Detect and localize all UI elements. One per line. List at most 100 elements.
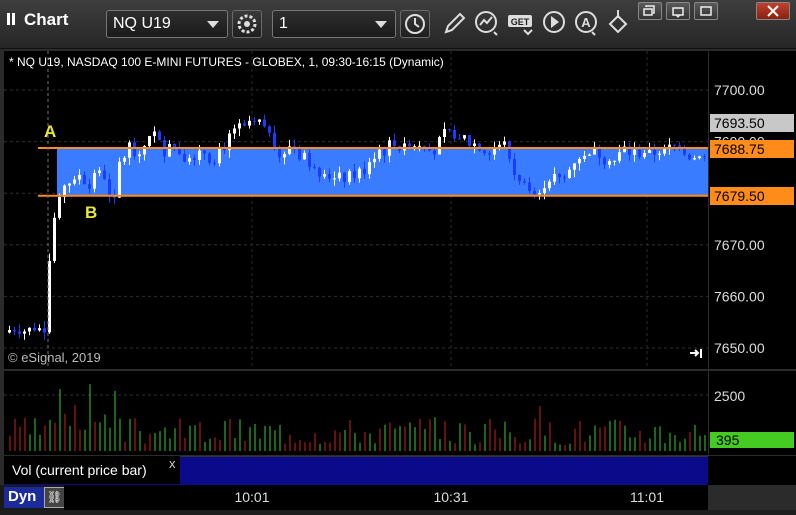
candle-body [8, 330, 11, 333]
candle-body [613, 160, 616, 162]
price-tick-label: 7650.00 [714, 340, 765, 356]
upper-line-tag: 7688.75 [710, 140, 794, 158]
candle-body [78, 174, 81, 180]
candle-body [488, 153, 491, 155]
play-icon[interactable] [540, 8, 568, 38]
app-title: Chart [6, 10, 68, 30]
scroll-end-icon[interactable] [690, 349, 702, 358]
clock-icon[interactable] [400, 10, 430, 38]
interval-combobox[interactable]: 1 [272, 10, 396, 38]
dynamic-mode-label[interactable]: Dyn [4, 487, 46, 508]
candle-body [493, 148, 496, 155]
candle-body [473, 143, 476, 147]
candle-body [448, 128, 451, 130]
lock-icon[interactable]: ⛓ [44, 487, 65, 508]
candle-body [18, 331, 21, 334]
close-button[interactable] [756, 2, 790, 20]
candle-body [183, 154, 186, 162]
last-price-tag: 7693.50 [710, 114, 794, 132]
pencil-icon[interactable] [440, 8, 468, 38]
gear-icon[interactable] [232, 10, 262, 38]
candle-body [108, 179, 111, 197]
maximize-button[interactable] [666, 2, 690, 20]
candle-body [313, 167, 316, 169]
candle-body [138, 154, 141, 157]
candle-body [528, 182, 531, 191]
candle-body [53, 217, 56, 261]
candle-body [203, 150, 206, 154]
candle-body [348, 171, 351, 183]
candle-body [258, 119, 261, 122]
candle-body [478, 143, 481, 151]
candle-body [38, 328, 41, 331]
price-chart: * NQ U19, NASDAQ 100 E-MINI FUTURES - GL… [4, 51, 708, 369]
volume-last-value: 395 [716, 432, 740, 448]
study-label[interactable]: Vol (current price bar) [4, 456, 180, 484]
candle-body [373, 158, 376, 163]
candle-body [93, 172, 96, 189]
candle-body [673, 144, 676, 146]
upper-line-value: 7688.75 [714, 141, 765, 157]
volume-chart [4, 384, 708, 451]
tools-icon[interactable] [604, 8, 632, 38]
volume-pane[interactable] [4, 371, 708, 455]
get-icon[interactable]: GET [506, 8, 534, 38]
axis-filler [708, 456, 796, 485]
candle-body [588, 154, 591, 156]
time-label: 10:31 [433, 489, 468, 505]
candle-body [358, 168, 361, 179]
restore-button[interactable] [638, 2, 662, 20]
candle-body [508, 141, 511, 159]
candle-body [393, 140, 396, 147]
alert-icon[interactable]: A [572, 8, 600, 38]
candle-body [153, 131, 156, 137]
chevron-down-icon [375, 21, 387, 28]
time-label: 11:01 [630, 489, 664, 505]
candle-body [618, 152, 621, 161]
minimize-button[interactable] [694, 2, 718, 20]
svg-text:A: A [581, 15, 591, 30]
candle-body [263, 119, 266, 127]
candle-body [703, 156, 706, 158]
chevron-down-icon [207, 21, 219, 28]
price-axis[interactable]: 7700.007690.007680.007670.007660.007650.… [707, 51, 796, 369]
chart-header: * NQ U19, NASDAQ 100 E-MINI FUTURES - GL… [9, 55, 444, 69]
candle-body [458, 138, 461, 140]
label-a: A [44, 122, 56, 141]
candle-body [453, 129, 456, 139]
candle-body [208, 153, 211, 163]
volume-tick: 2500 [714, 388, 745, 404]
candle-body [193, 158, 196, 160]
candle-body [583, 155, 586, 159]
candle-body [323, 174, 326, 177]
candle-body [233, 128, 236, 134]
price-pane[interactable]: * NQ U19, NASDAQ 100 E-MINI FUTURES - GL… [4, 51, 708, 369]
candle-body [318, 167, 321, 177]
candle-body [148, 136, 151, 147]
price-tick-label: 7700.00 [714, 82, 765, 98]
candle-body [198, 150, 201, 160]
volume-axis: 2500 395 [707, 371, 796, 455]
studies-icon[interactable] [472, 8, 500, 38]
candle-body [363, 168, 366, 175]
candle-body [483, 150, 486, 154]
symbol-combobox[interactable]: NQ U19 [106, 10, 228, 38]
candle-body [533, 190, 536, 195]
candle-body [438, 137, 441, 155]
candle-body [693, 158, 696, 160]
candle-body [103, 170, 106, 180]
candle-body [368, 162, 371, 175]
candle-body [243, 123, 246, 126]
candle-body [128, 142, 131, 158]
candle-body [328, 174, 331, 179]
candle-body [98, 170, 101, 173]
candle-body [503, 141, 506, 145]
last-price-value: 7693.50 [714, 115, 765, 131]
candle-body [603, 157, 606, 165]
candle-body [468, 135, 471, 147]
candle-body [43, 328, 46, 333]
candle-body [408, 143, 411, 147]
candle-body [433, 150, 436, 155]
candle-body [168, 143, 171, 157]
study-close-button[interactable]: x [169, 456, 176, 471]
